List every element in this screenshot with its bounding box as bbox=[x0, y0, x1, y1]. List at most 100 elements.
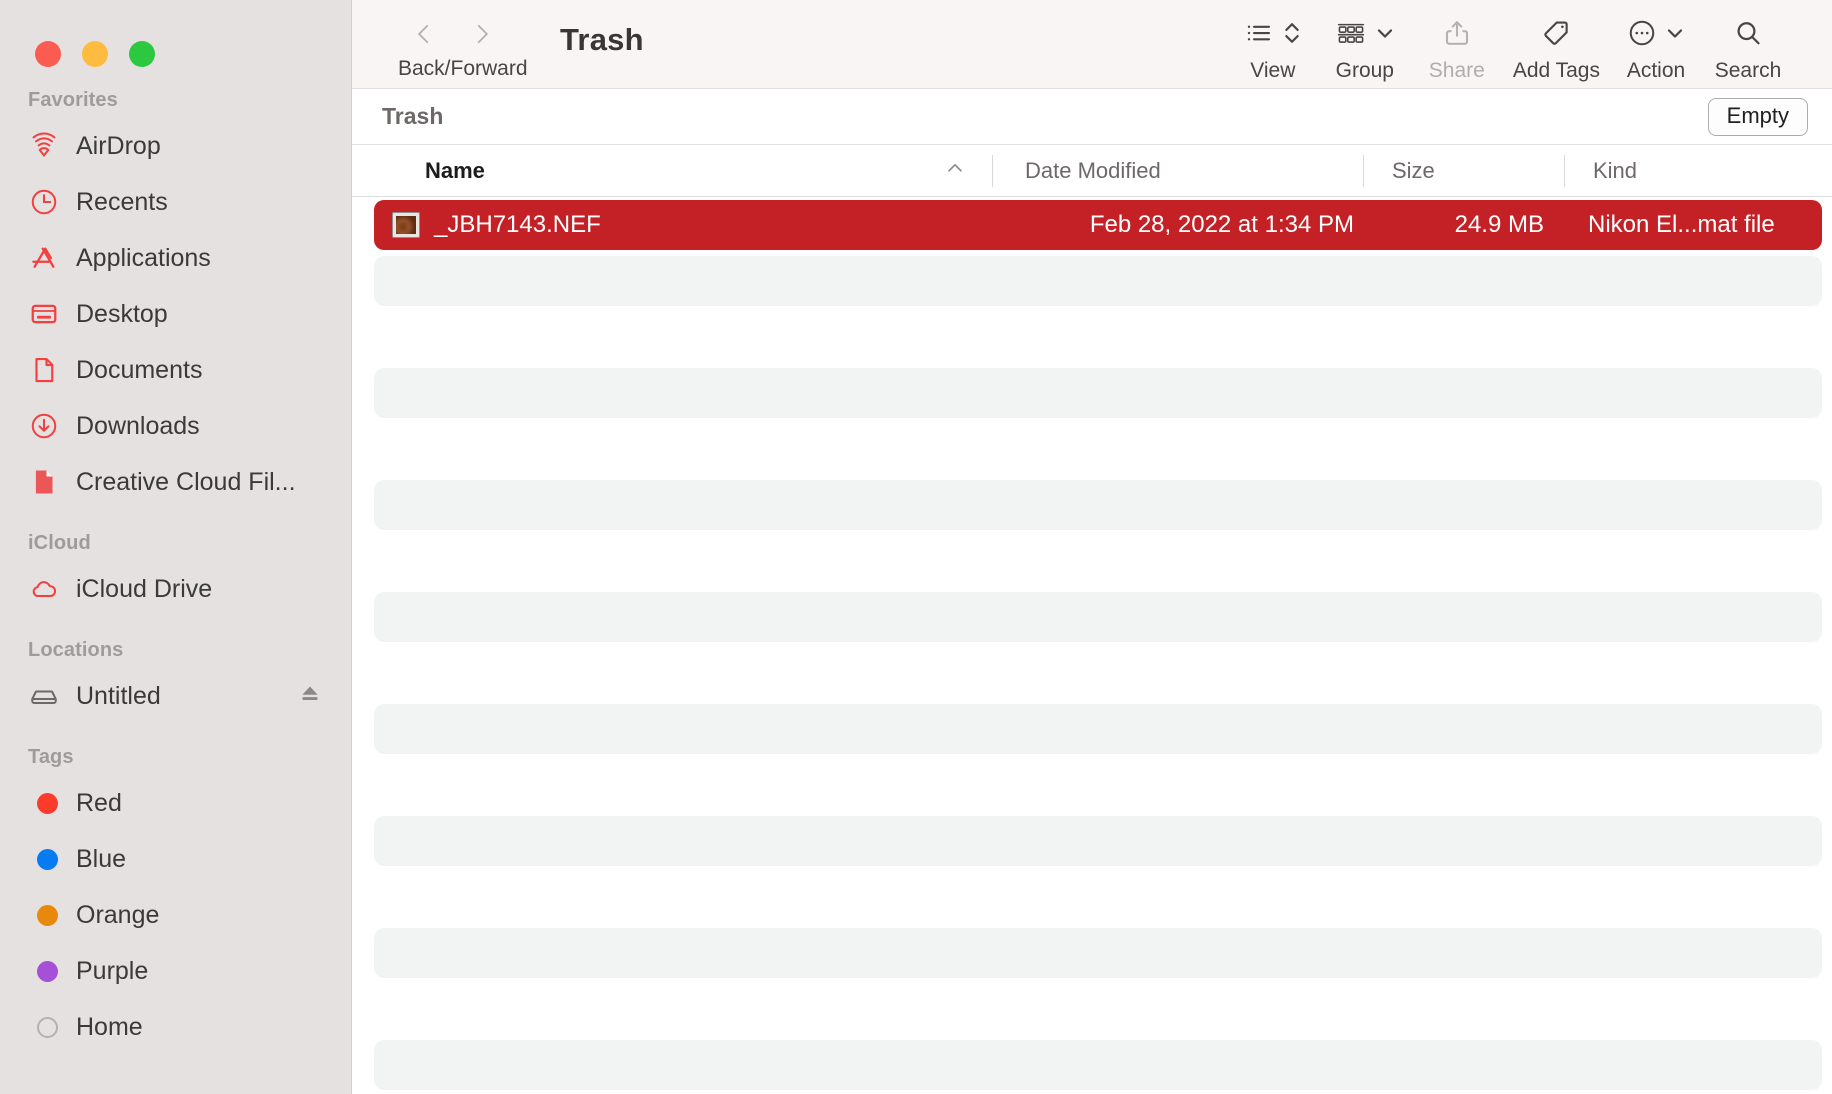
sidebar-item-label: Purple bbox=[76, 956, 149, 985]
table-row-empty bbox=[352, 925, 1832, 981]
zoom-button[interactable] bbox=[129, 41, 155, 67]
share-button[interactable]: Share bbox=[1411, 15, 1503, 83]
window-controls bbox=[0, 0, 351, 67]
main-pane: Back/Forward Trash View Group Share Add … bbox=[352, 0, 1832, 1094]
sidebar-item-desktop[interactable]: Desktop bbox=[0, 286, 351, 342]
sidebar-item-creative-cloud-files[interactable]: Creative Cloud Fil... bbox=[0, 454, 351, 510]
sidebar-item-label: iCloud Drive bbox=[76, 574, 213, 603]
column-header-date-label: Date Modified bbox=[1025, 157, 1161, 183]
group-button-label: Group bbox=[1335, 59, 1394, 82]
action-button[interactable]: Action bbox=[1610, 15, 1702, 83]
chevron-up-down-icon bbox=[1282, 18, 1302, 53]
sidebar-item-label: Home bbox=[76, 1012, 143, 1041]
sidebar-item-recents[interactable]: Recents bbox=[0, 174, 351, 230]
sidebar-item-tag-red[interactable]: Red bbox=[0, 775, 351, 831]
sidebar-item-label: Downloads bbox=[76, 411, 200, 440]
column-headers: Name Date Modified Size Kind bbox=[352, 145, 1832, 197]
file-size-cell: 24.9 MB bbox=[1454, 211, 1544, 238]
sidebar-item-tag-blue[interactable]: Blue bbox=[0, 831, 351, 887]
table-row-empty bbox=[352, 589, 1832, 645]
sidebar-section-header: Tags bbox=[28, 746, 74, 768]
forward-button[interactable] bbox=[458, 12, 506, 56]
add-tags-button-label: Add Tags bbox=[1512, 59, 1600, 82]
sidebar-item-tag-orange[interactable]: Orange bbox=[0, 887, 351, 943]
close-button[interactable] bbox=[35, 41, 61, 67]
tag-dot-blue-icon bbox=[28, 843, 60, 875]
add-tags-button[interactable]: Add Tags bbox=[1503, 15, 1610, 83]
harddisk-icon bbox=[28, 680, 60, 712]
sidebar-item-label: Blue bbox=[76, 844, 127, 873]
sidebar-item-label: Red bbox=[76, 788, 122, 817]
sidebar-section-locations: Locations Untitled bbox=[0, 639, 351, 724]
cloud-icon bbox=[28, 573, 60, 605]
table-row-empty bbox=[352, 1037, 1832, 1093]
clock-icon bbox=[28, 186, 60, 218]
trash-label: Trash bbox=[382, 103, 444, 129]
file-kind-cell: Nikon El...mat file bbox=[1588, 211, 1775, 238]
view-button-label: View bbox=[1250, 59, 1296, 82]
table-row-empty bbox=[352, 869, 1832, 925]
sidebar-item-untitled[interactable]: Untitled bbox=[0, 668, 351, 724]
column-header-date-modified[interactable]: Date Modified bbox=[993, 145, 1363, 197]
table-row-empty bbox=[352, 701, 1832, 757]
column-header-name[interactable]: Name bbox=[352, 145, 992, 197]
tag-dot-none-icon bbox=[28, 1011, 60, 1043]
column-header-name-label: Name bbox=[425, 157, 485, 183]
sidebar-item-label: Desktop bbox=[76, 299, 168, 328]
tag-dot-red-icon bbox=[28, 787, 60, 819]
toolbar: Back/Forward Trash View Group Share Add … bbox=[352, 0, 1832, 89]
download-icon bbox=[28, 410, 60, 442]
table-row-empty bbox=[352, 645, 1832, 701]
view-button[interactable]: View bbox=[1227, 15, 1319, 83]
list-view-icon bbox=[1244, 18, 1274, 53]
table-row-empty bbox=[352, 309, 1832, 365]
sidebar-item-tag-home[interactable]: Home bbox=[0, 999, 351, 1055]
file-date-cell: Feb 28, 2022 at 1:34 PM bbox=[1089, 211, 1354, 238]
column-header-size-label: Size bbox=[1392, 157, 1435, 183]
minimize-button[interactable] bbox=[82, 41, 108, 67]
sidebar-item-label: Applications bbox=[76, 243, 211, 272]
sort-ascending-icon bbox=[944, 157, 966, 185]
sidebar-item-icloud-drive[interactable]: iCloud Drive bbox=[0, 561, 351, 617]
action-button-label: Action bbox=[1626, 59, 1686, 82]
table-row-empty bbox=[352, 365, 1832, 421]
sidebar-item-applications[interactable]: Applications bbox=[0, 230, 351, 286]
share-icon bbox=[1442, 18, 1472, 53]
file-list[interactable]: _JBH7143.NEF Feb 28, 2022 at 1:34 PM 24.… bbox=[352, 197, 1832, 1094]
table-row-empty bbox=[352, 981, 1832, 1037]
raw-photo-thumbnail-icon bbox=[392, 212, 420, 238]
creative-cloud-files-icon bbox=[28, 466, 60, 498]
sidebar-item-documents[interactable]: Documents bbox=[0, 342, 351, 398]
sidebar-item-airdrop[interactable]: AirDrop bbox=[0, 118, 351, 174]
sidebar-item-label: AirDrop bbox=[76, 131, 161, 160]
back-forward-group bbox=[400, 12, 506, 56]
window-title: Trash bbox=[560, 22, 644, 57]
eject-icon[interactable] bbox=[297, 681, 323, 712]
desktop-icon bbox=[28, 298, 60, 330]
sidebar-item-downloads[interactable]: Downloads bbox=[0, 398, 351, 454]
ellipsis-circle-icon bbox=[1627, 18, 1657, 53]
search-button[interactable]: Search bbox=[1702, 15, 1794, 83]
group-button[interactable]: Group bbox=[1319, 15, 1411, 83]
empty-trash-button[interactable]: Empty bbox=[1707, 97, 1808, 136]
airdrop-icon bbox=[28, 130, 60, 162]
table-row-empty bbox=[352, 813, 1832, 869]
group-grid-icon bbox=[1335, 18, 1367, 53]
sidebar-section-header: iCloud bbox=[28, 532, 91, 554]
sidebar-section-tags: Tags Red Blue Orange Purple Home bbox=[0, 746, 351, 1055]
back-forward-label: Back/Forward bbox=[398, 57, 528, 80]
tag-dot-purple-icon bbox=[28, 955, 60, 987]
tag-icon bbox=[1541, 18, 1571, 53]
column-header-kind-label: Kind bbox=[1593, 157, 1638, 183]
sidebar: Favorites AirDrop Recents Applications D… bbox=[0, 0, 352, 1094]
column-header-size[interactable]: Size bbox=[1364, 145, 1564, 197]
column-header-kind[interactable]: Kind bbox=[1565, 145, 1832, 197]
file-name: _JBH7143.NEF bbox=[434, 211, 601, 238]
table-row[interactable]: _JBH7143.NEF Feb 28, 2022 at 1:34 PM 24.… bbox=[352, 197, 1832, 253]
toolbar-buttons: View Group Share Add Tags Action Search bbox=[1227, 0, 1832, 89]
sidebar-item-tag-purple[interactable]: Purple bbox=[0, 943, 351, 999]
table-row-empty bbox=[352, 757, 1832, 813]
sidebar-section-icloud: iCloud iCloud Drive bbox=[0, 532, 351, 617]
back-button[interactable] bbox=[400, 12, 448, 56]
sidebar-item-label: Documents bbox=[76, 355, 203, 384]
